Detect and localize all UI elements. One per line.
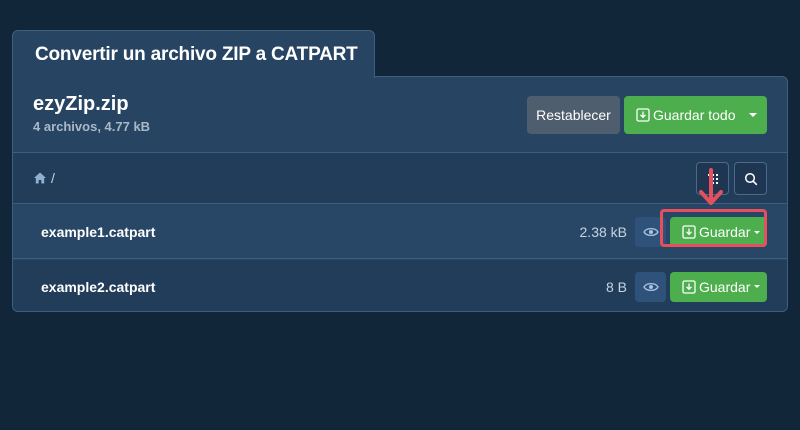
home-icon[interactable] [33, 171, 47, 185]
file-size: 2.38 kB [579, 224, 627, 240]
caret-down-icon [749, 113, 757, 117]
file-name: example1.catpart [41, 224, 156, 240]
tree-view-button[interactable] [696, 162, 729, 195]
save-file-button[interactable]: Guardar [670, 217, 767, 247]
file-row: example2.catpart 8 B Guardar [13, 260, 787, 311]
download-icon [636, 108, 650, 122]
save-file-label: Guardar [699, 278, 751, 295]
archive-header: ezyZip.zip 4 archivos, 4.77 kB Restablec… [13, 77, 787, 153]
caret-down-icon [754, 230, 760, 234]
file-name: example2.catpart [41, 278, 156, 295]
file-row: example1.catpart 2.38 kB Guardar [13, 206, 787, 259]
preview-button[interactable] [635, 271, 666, 302]
save-all-button[interactable]: Guardar todo [624, 96, 767, 134]
save-file-label: Guardar [699, 224, 751, 240]
caret-down-icon [754, 285, 760, 288]
eye-icon [642, 282, 659, 291]
page-title-tab: Convertir un archivo ZIP a CATPART [12, 30, 375, 78]
search-button[interactable] [734, 162, 767, 195]
eye-icon [642, 227, 659, 237]
save-all-label: Guardar todo [653, 107, 736, 123]
download-icon [682, 279, 696, 294]
reset-button[interactable]: Restablecer [527, 96, 620, 134]
download-icon [682, 225, 696, 239]
breadcrumb: / [33, 170, 55, 186]
save-file-dropdown[interactable] [747, 272, 767, 302]
breadcrumb-path: / [51, 170, 55, 186]
file-toolbar: / [13, 153, 787, 204]
save-file-button[interactable]: Guardar [670, 271, 767, 302]
archive-meta: 4 archivos, 4.77 kB [33, 119, 151, 134]
zip-panel: ezyZip.zip 4 archivos, 4.77 kB Restablec… [12, 76, 788, 312]
reset-button-label: Restablecer [536, 107, 611, 123]
preview-button[interactable] [635, 217, 666, 247]
save-all-dropdown[interactable] [739, 96, 767, 134]
archive-name: ezyZip.zip [33, 93, 129, 115]
save-file-dropdown[interactable] [747, 217, 767, 247]
list-icon [707, 173, 718, 184]
file-size: 8 B [605, 278, 627, 295]
search-icon [744, 172, 757, 185]
page-title: Convertir un archivo ZIP a CATPART [35, 43, 358, 65]
